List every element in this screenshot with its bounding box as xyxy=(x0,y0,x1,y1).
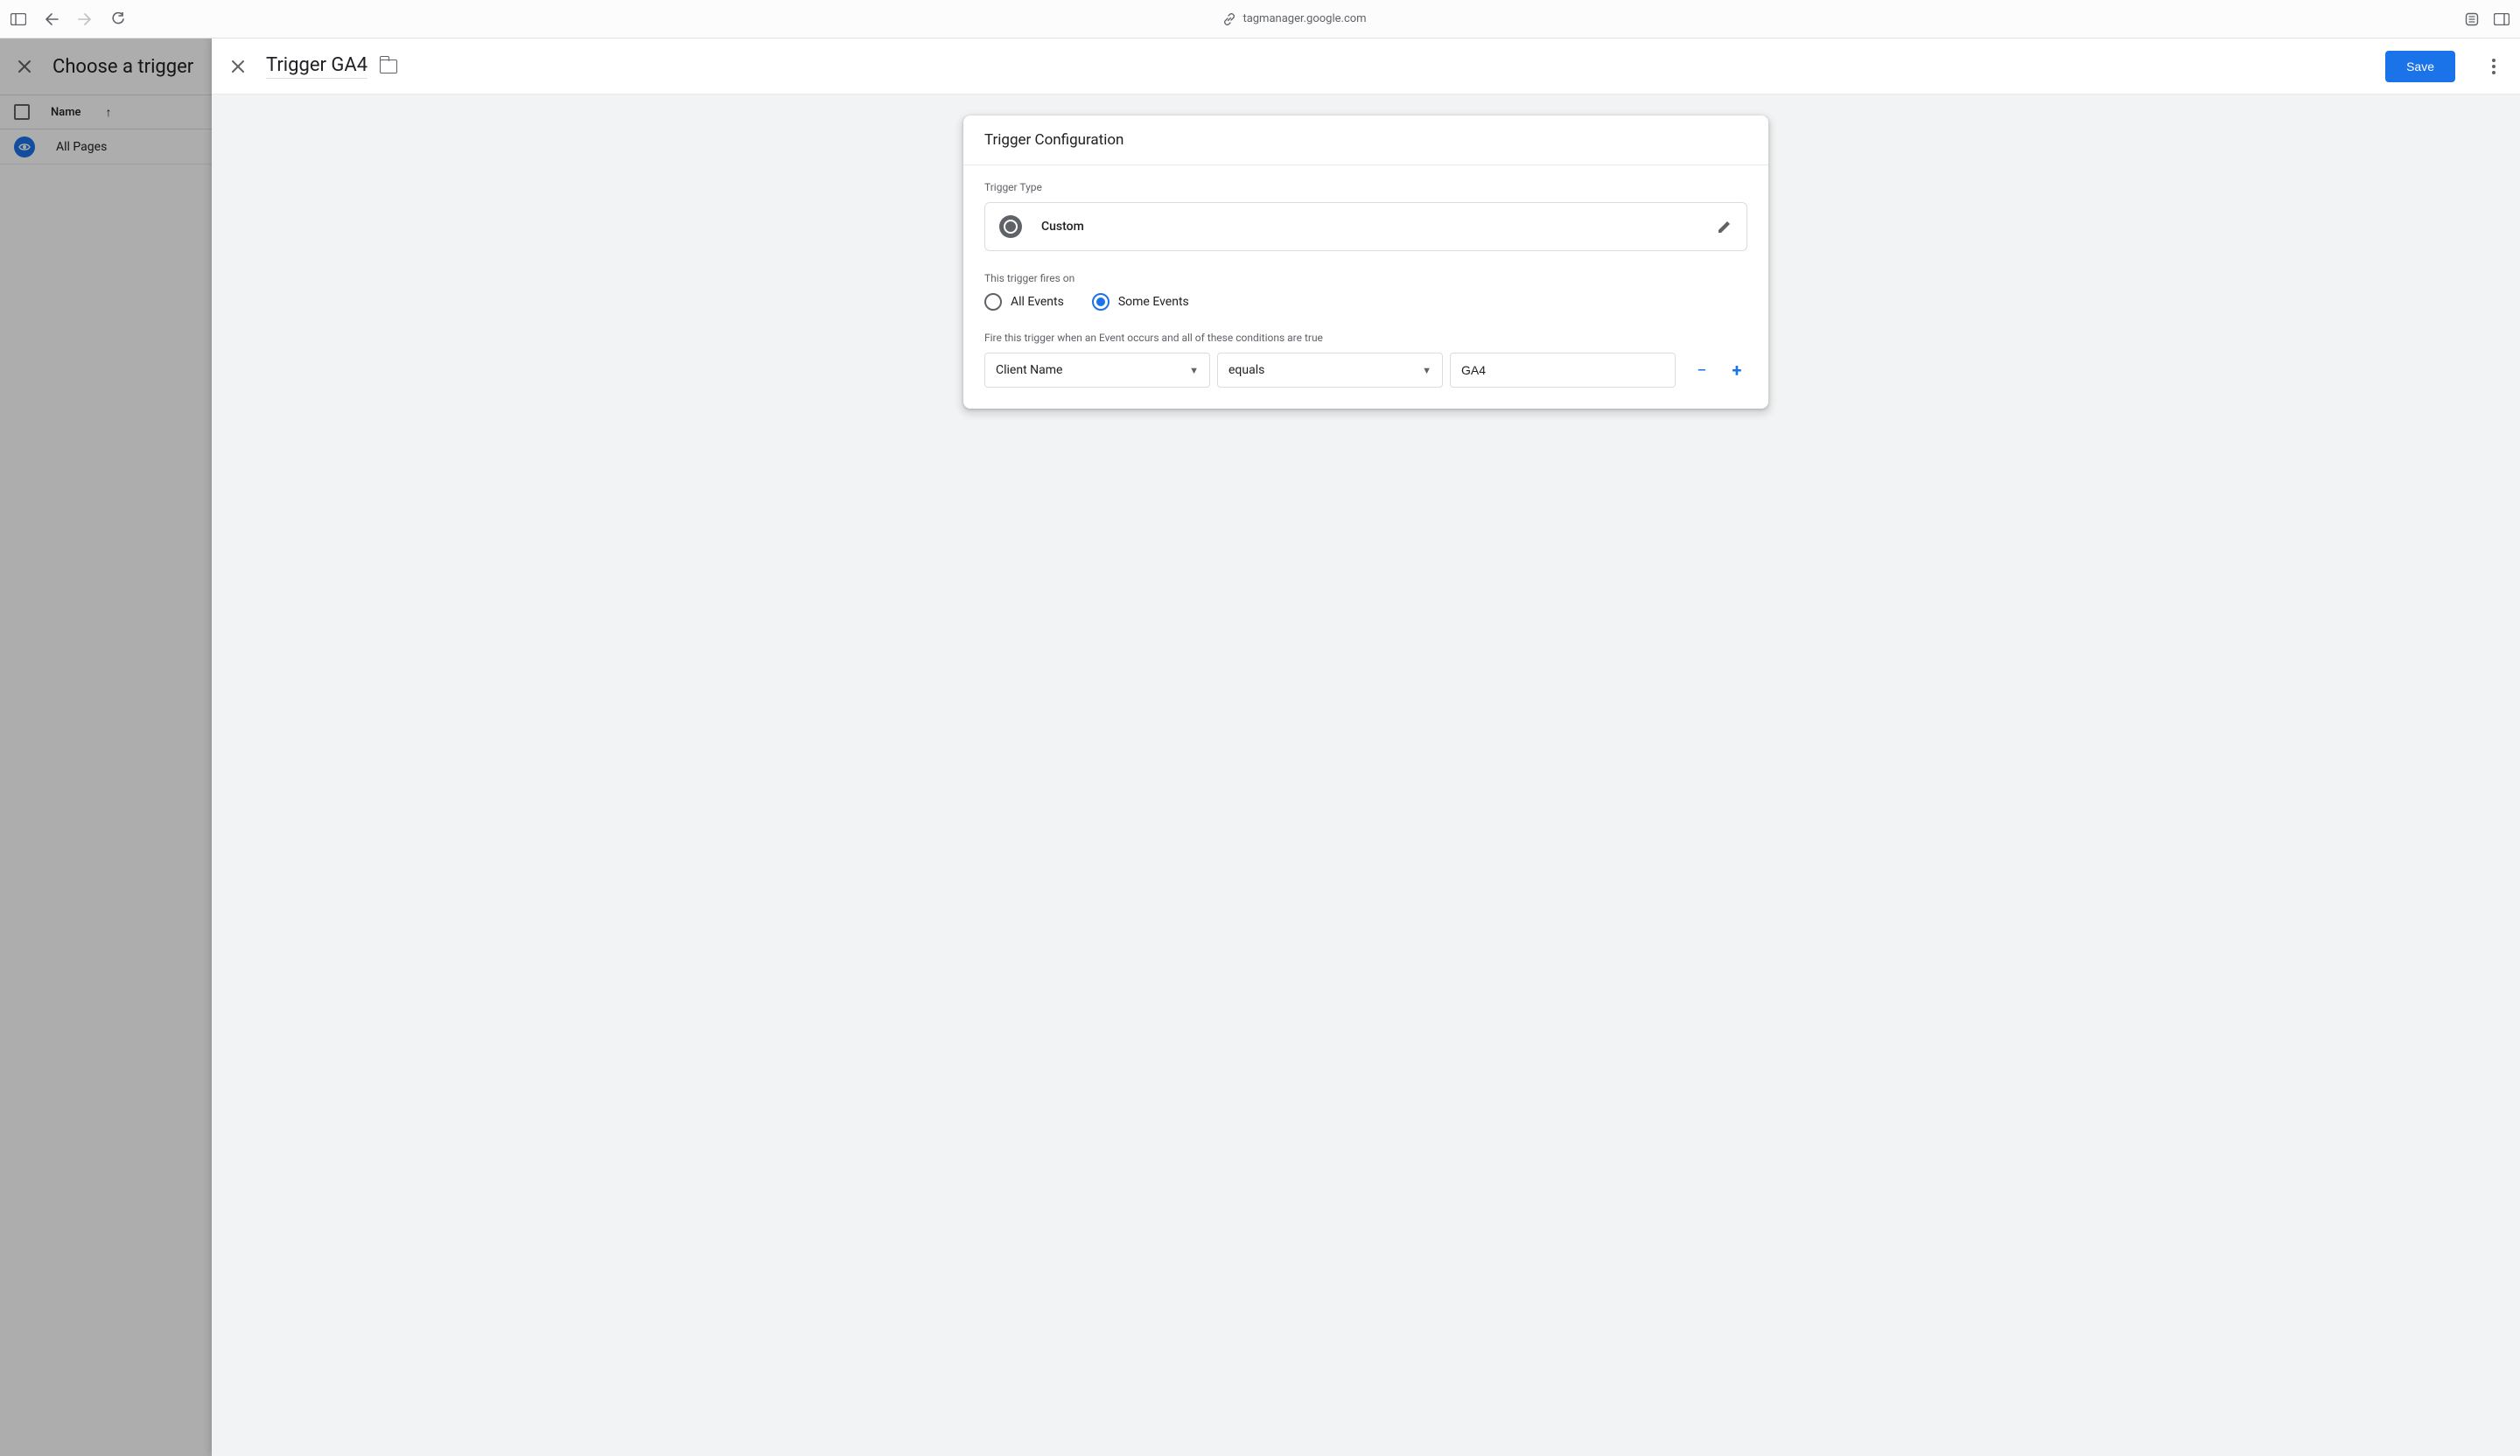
share-icon[interactable] xyxy=(2464,11,2480,27)
radio-all-events[interactable]: All Events xyxy=(984,293,1064,311)
close-editor-icon[interactable] xyxy=(228,56,248,77)
radio-all-label: All Events xyxy=(1011,295,1064,309)
fires-on-label: This trigger fires on xyxy=(984,272,1747,284)
choose-trigger-title: Choose a trigger xyxy=(52,56,193,78)
condition-row: Client Name ▼ equals ▼ − + xyxy=(984,353,1747,388)
condition-value-input[interactable] xyxy=(1450,353,1676,388)
trigger-type-value: Custom xyxy=(1041,220,1698,234)
address-bar-url[interactable]: tagmanager.google.com xyxy=(1242,12,1366,25)
more-options-icon[interactable] xyxy=(2483,59,2504,74)
sidebar-toggle-icon[interactable] xyxy=(10,11,26,27)
trigger-type-label: Trigger Type xyxy=(984,181,1747,193)
condition-operator-select[interactable]: equals ▼ xyxy=(1217,353,1443,388)
column-header-name[interactable]: Name xyxy=(51,106,81,119)
add-condition-button[interactable]: + xyxy=(1728,360,1746,381)
condition-variable-select[interactable]: Client Name ▼ xyxy=(984,353,1210,388)
lock-icon xyxy=(1223,13,1236,25)
list-item-name: All Pages xyxy=(56,140,107,154)
pageview-icon xyxy=(14,136,35,158)
select-all-checkbox[interactable] xyxy=(14,104,30,120)
trigger-name-input[interactable]: Trigger GA4 xyxy=(266,54,368,79)
reload-icon[interactable] xyxy=(110,11,126,27)
trigger-editor-panel: Trigger GA4 Save Trigger Configuration T… xyxy=(212,38,2520,1456)
forward-icon xyxy=(77,11,93,27)
conditions-label: Fire this trigger when an Event occurs a… xyxy=(984,332,1747,344)
radio-icon xyxy=(1092,293,1110,311)
save-button[interactable]: Save xyxy=(2385,51,2455,82)
condition-variable-value: Client Name xyxy=(996,363,1062,377)
trigger-config-card: Trigger Configuration Trigger Type Custo… xyxy=(963,116,1768,409)
browser-toolbar: tagmanager.google.com xyxy=(0,0,2520,38)
radio-some-label: Some Events xyxy=(1118,295,1189,309)
tabs-icon[interactable] xyxy=(2494,11,2510,27)
card-title: Trigger Configuration xyxy=(963,116,1768,165)
trigger-type-selector[interactable]: Custom xyxy=(984,202,1747,251)
radio-some-events[interactable]: Some Events xyxy=(1092,293,1189,311)
close-icon[interactable] xyxy=(14,56,35,77)
condition-operator-value: equals xyxy=(1228,363,1264,377)
chevron-down-icon: ▼ xyxy=(1422,365,1432,376)
edit-icon[interactable] xyxy=(1717,219,1732,234)
back-icon[interactable] xyxy=(44,11,60,27)
radio-icon xyxy=(984,293,1002,311)
chevron-down-icon: ▼ xyxy=(1189,365,1199,376)
sort-ascending-icon: ↑ xyxy=(106,105,112,120)
remove-condition-button[interactable]: − xyxy=(1693,360,1711,381)
folder-icon[interactable] xyxy=(380,60,397,74)
custom-event-icon xyxy=(999,215,1022,238)
